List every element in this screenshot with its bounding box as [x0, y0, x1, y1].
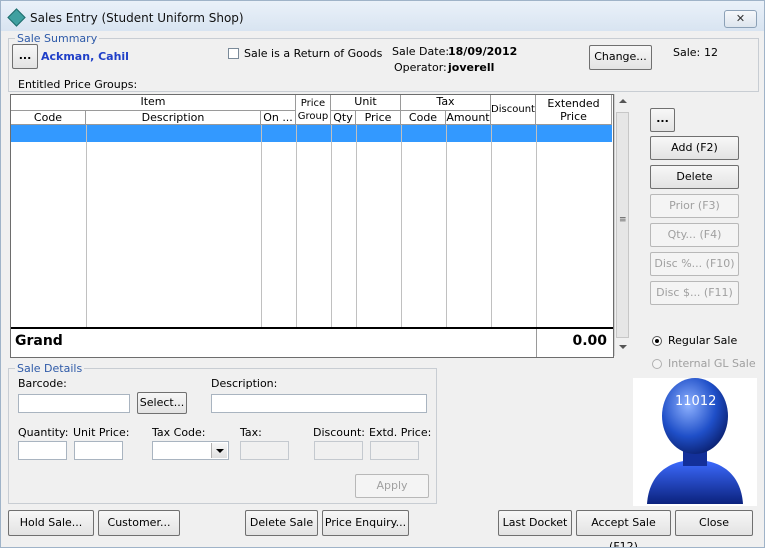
apply-button[interactable]: Apply: [355, 474, 429, 498]
extd-price-label: Extd. Price:: [369, 426, 432, 439]
customer-browse-button[interactable]: ...: [12, 44, 38, 69]
header-item: Item: [11, 95, 296, 111]
header-price-group: Price Group: [296, 95, 331, 125]
quantity-input[interactable]: [18, 441, 67, 460]
discount-field: [314, 441, 363, 460]
tax-label: Tax:: [240, 426, 262, 439]
scroll-up-icon[interactable]: [619, 99, 627, 103]
return-of-goods-checkbox[interactable]: [228, 48, 239, 59]
prior-button[interactable]: Prior (F3): [650, 194, 739, 218]
add-button[interactable]: Add (F2): [650, 136, 739, 160]
last-docket-button[interactable]: Last Docket: [498, 510, 572, 536]
barcode-label: Barcode:: [18, 377, 67, 390]
header-unit: Unit: [331, 95, 401, 111]
sale-date-label: Sale Date:: [392, 45, 450, 58]
quantity-label: Quantity:: [18, 426, 69, 439]
avatar-number: 11012: [675, 394, 717, 409]
disc-amount-button[interactable]: Disc $... (F11): [650, 281, 739, 305]
unit-price-input[interactable]: [74, 441, 123, 460]
grip-icon: ≡: [619, 215, 627, 225]
sale-items-grid[interactable]: Item Price Group Unit Tax Discount Exten…: [10, 94, 614, 358]
window-close-button[interactable]: ✕: [724, 10, 757, 28]
window-title: Sales Entry (Student Uniform Shop): [30, 11, 244, 25]
sales-entry-window: Sales Entry (Student Uniform Shop) ✕ Sal…: [0, 0, 765, 548]
extd-price-field: [370, 441, 419, 460]
return-of-goods-label: Sale is a Return of Goods: [244, 47, 383, 60]
disc-percent-button[interactable]: Disc %... (F10): [650, 252, 739, 276]
hold-sale-button[interactable]: Hold Sale...: [8, 510, 94, 536]
header-discount: Discount: [491, 95, 536, 125]
col-qty[interactable]: Qty: [331, 111, 356, 125]
customer-button[interactable]: Customer...: [98, 510, 180, 536]
delete-button[interactable]: Delete: [650, 165, 739, 189]
header-extended-price: Extended Price: [536, 95, 612, 125]
header-tax: Tax: [401, 95, 491, 111]
scroll-down-icon[interactable]: [619, 345, 627, 349]
col-tax-code[interactable]: Code: [401, 111, 446, 125]
tax-field: [240, 441, 289, 460]
price-enquiry-button[interactable]: Price Enquiry...: [322, 510, 409, 536]
tax-code-select[interactable]: [152, 441, 229, 460]
sale-details-legend: Sale Details: [17, 362, 83, 375]
customer-name: Ackman, Cahil: [41, 50, 129, 63]
internal-gl-sale-label: Internal GL Sale: [668, 357, 756, 370]
avatar: 11012: [633, 378, 757, 506]
regular-sale-label: Regular Sale: [668, 334, 738, 347]
delete-sale-button[interactable]: Delete Sale: [245, 510, 318, 536]
title-bar: Sales Entry (Student Uniform Shop) ✕: [1, 1, 764, 31]
internal-gl-sale-radio[interactable]: [652, 359, 662, 369]
dropdown-button[interactable]: [211, 443, 227, 458]
qty-button[interactable]: Qty... (F4): [650, 223, 739, 247]
grid-scrollbar[interactable]: ≡: [614, 94, 631, 356]
unit-price-label: Unit Price:: [73, 426, 130, 439]
regular-sale-radio[interactable]: [652, 336, 662, 346]
change-button[interactable]: Change...: [589, 45, 652, 70]
col-description[interactable]: Description: [86, 111, 261, 125]
operator-label: Operator:: [394, 61, 447, 74]
sale-date-value: 18/09/2012: [448, 45, 518, 58]
discount-label: Discount:: [313, 426, 365, 439]
operator-value: joverell: [448, 61, 495, 74]
sale-number-label: Sale:: [673, 46, 701, 59]
entitled-price-groups-label: Entitled Price Groups:: [18, 78, 138, 91]
grand-total-value: 0.00: [572, 333, 607, 349]
description-input[interactable]: [211, 394, 427, 413]
selected-row[interactable]: [11, 125, 612, 142]
tax-code-label: Tax Code:: [152, 426, 206, 439]
app-diamond-icon: [7, 8, 26, 27]
item-browse-button[interactable]: ...: [650, 108, 675, 132]
description-label: Description:: [211, 377, 278, 390]
col-code[interactable]: Code: [11, 111, 86, 125]
grand-total-label: Grand: [15, 333, 63, 349]
sale-number-value: 12: [704, 46, 718, 59]
close-icon: ✕: [735, 12, 746, 25]
col-tax-amount[interactable]: Amount: [446, 111, 491, 125]
chevron-down-icon: [216, 449, 224, 453]
accept-sale-button[interactable]: Accept Sale (F12): [576, 510, 671, 547]
col-on[interactable]: On ...: [261, 111, 296, 125]
scroll-thumb[interactable]: ≡: [616, 112, 629, 338]
close-button[interactable]: Close: [675, 510, 753, 536]
col-price[interactable]: Price: [356, 111, 401, 125]
barcode-input[interactable]: [18, 394, 130, 413]
select-button[interactable]: Select...: [137, 392, 187, 414]
